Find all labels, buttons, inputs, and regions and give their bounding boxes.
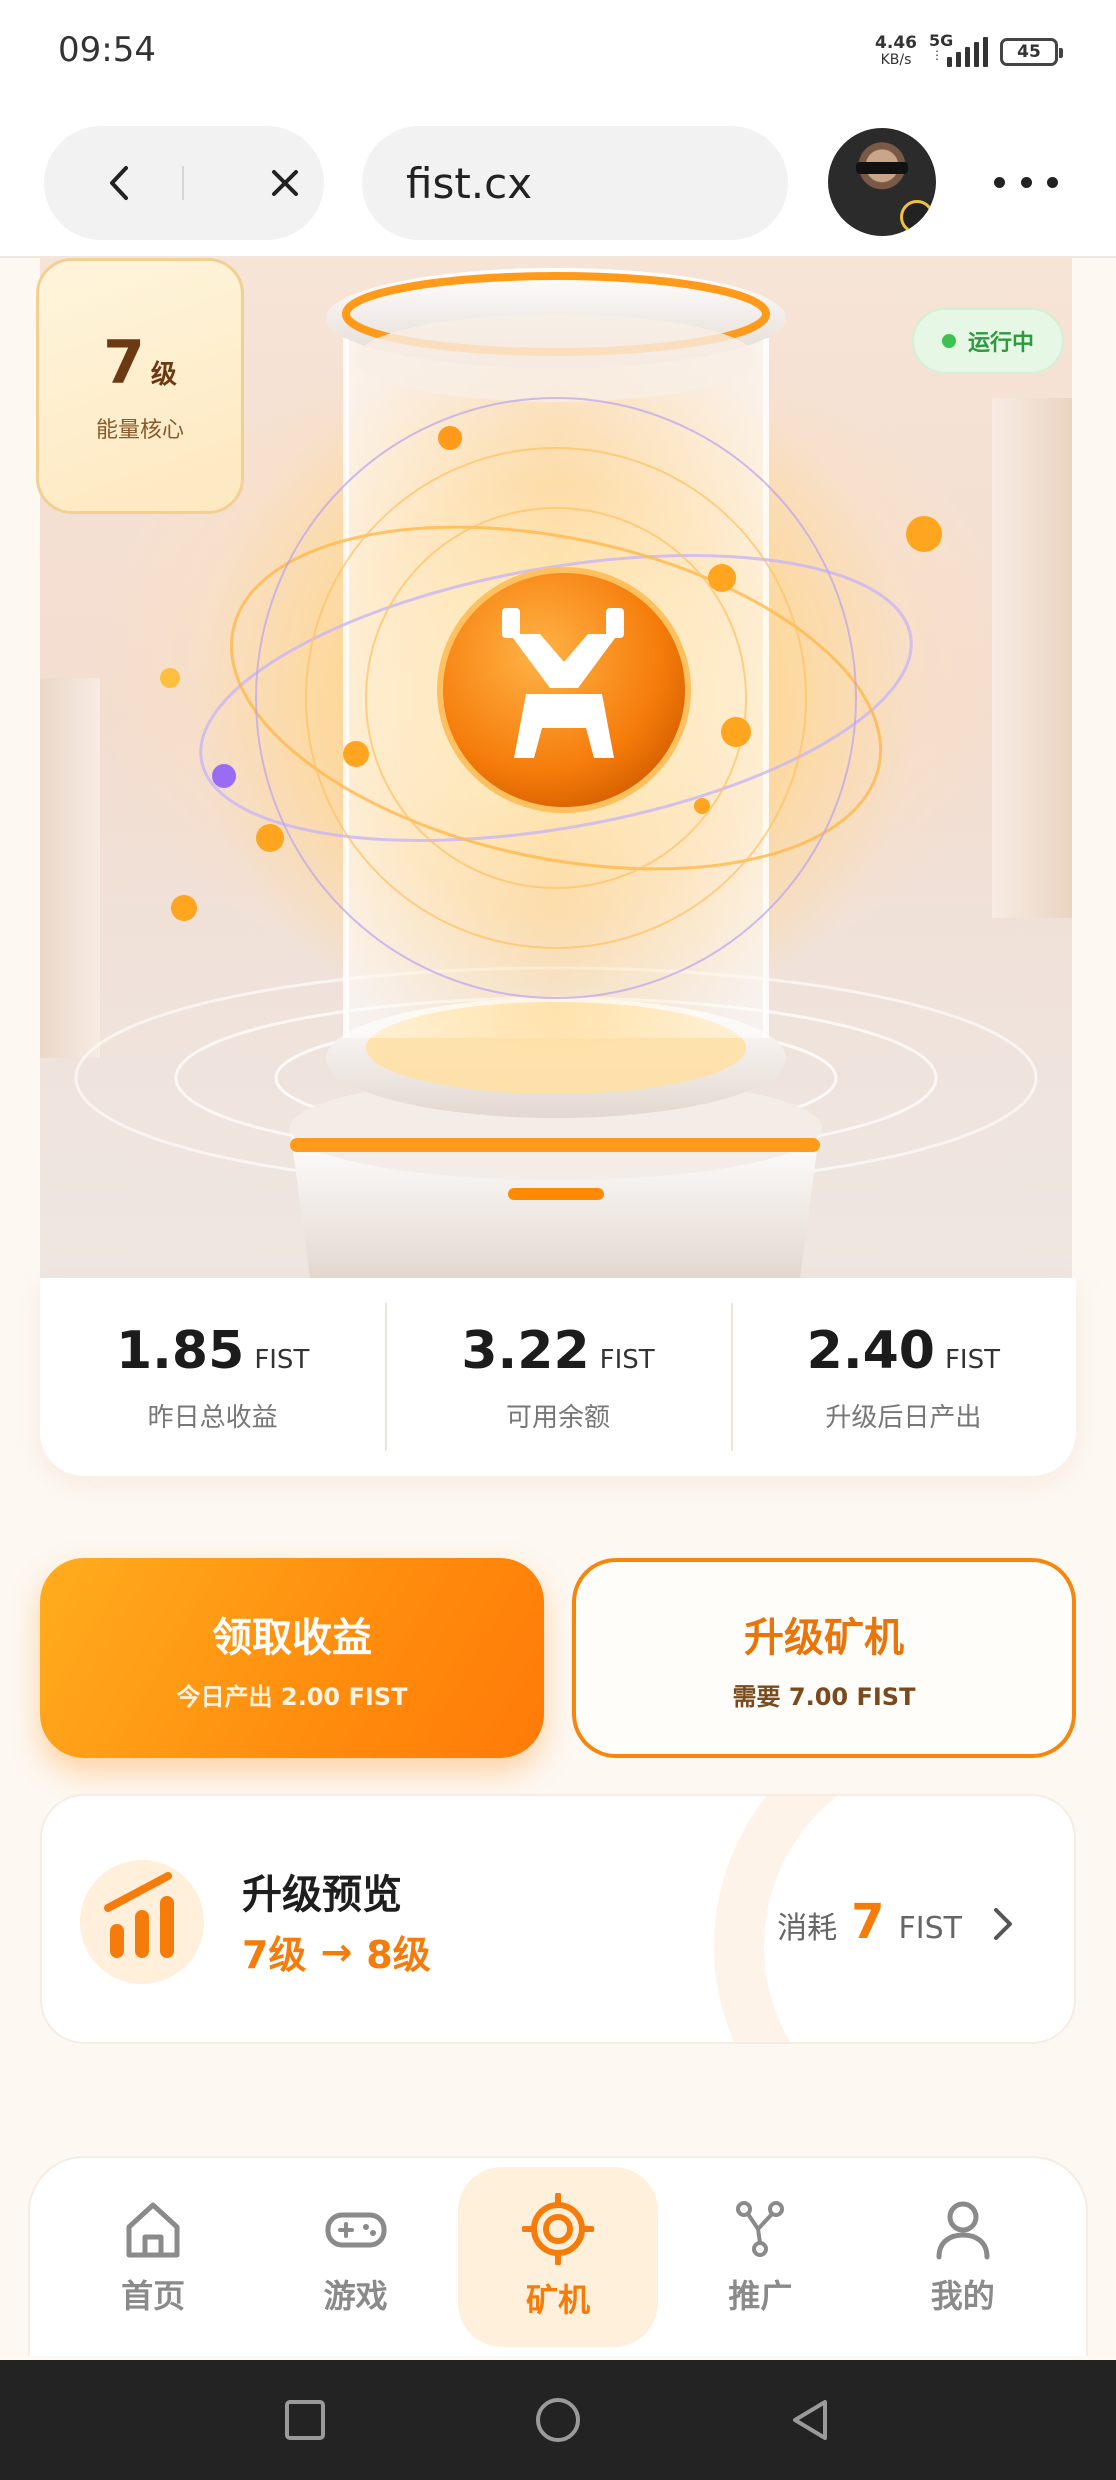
to-level: 8级 xyxy=(366,1933,431,1977)
status-dot-icon xyxy=(941,334,956,348)
home-circle-icon[interactable] xyxy=(534,2396,582,2444)
upgrade-miner-button[interactable]: 升级矿机 需要 7.00 FIST xyxy=(572,1558,1076,1758)
nav-label: 游戏 xyxy=(323,2277,388,2315)
more-icon[interactable] xyxy=(994,164,1058,200)
claim-subtitle: 今日产出 2.00 FIST xyxy=(176,1682,408,1711)
level-caption: 能量核心 xyxy=(95,418,184,443)
stat-upgraded-output: 2.40 FIST 升级后日产出 xyxy=(730,1303,1076,1451)
bottom-nav: 首页 游戏 矿机 推广 我的 xyxy=(28,2156,1088,2356)
stat-label: 可用余额 xyxy=(505,1402,610,1433)
stat-balance: 3.22 FIST 可用余额 xyxy=(385,1303,730,1451)
running-status-badge: 运行中 xyxy=(912,308,1064,374)
from-level: 7级 xyxy=(242,1933,307,1977)
divider xyxy=(182,166,184,200)
stat-value: 3.22 xyxy=(461,1320,590,1381)
stat-value: 1.85 xyxy=(116,1320,245,1381)
net-speed: 4.46 KB/s xyxy=(875,35,917,69)
bar-chart-icon xyxy=(104,1872,174,1958)
cost-currency: FIST xyxy=(898,1911,962,1946)
upgrade-preview-card[interactable]: 升级预览 7级 → 8级 消耗 7 FIST xyxy=(40,1794,1076,2044)
nav-item-promote[interactable]: 推广 xyxy=(660,2167,860,2347)
level-unit: 级 xyxy=(150,360,177,390)
nav-item-home[interactable]: 首页 xyxy=(53,2167,253,2347)
nav-item-profile[interactable]: 我的 xyxy=(863,2167,1063,2347)
cost-value: 7 xyxy=(851,1894,885,1950)
nav-label: 我的 xyxy=(930,2277,995,2315)
claim-earnings-button[interactable]: 领取收益 今日产出 2.00 FIST xyxy=(40,1558,544,1758)
level-display: 7 级 xyxy=(103,328,177,398)
battery-level: 45 xyxy=(1017,42,1041,62)
stat-currency: FIST xyxy=(599,1344,655,1375)
net-speed-unit: KB/s xyxy=(880,52,912,68)
browser-toolbar: fist.cx xyxy=(0,100,1116,258)
nav-label: 首页 xyxy=(121,2277,186,2315)
claim-title: 领取收益 xyxy=(212,1614,372,1661)
status-time: 09:54 xyxy=(58,30,156,70)
nav-label: 矿机 xyxy=(525,2281,590,2319)
battery-icon: 45 xyxy=(1000,38,1063,66)
nav-item-games[interactable]: 游戏 xyxy=(256,2167,456,2347)
stat-label: 昨日总收益 xyxy=(147,1402,278,1433)
system-nav-bar xyxy=(0,2360,1116,2480)
status-bar: 09:54 4.46 KB/s 5G ⋮ 45 xyxy=(0,0,1116,100)
upgrade-subtitle: 需要 7.00 FIST xyxy=(732,1682,916,1711)
target-icon xyxy=(521,2193,594,2265)
share-nodes-icon xyxy=(736,2201,785,2257)
stat-label: 升级后日产出 xyxy=(825,1402,982,1433)
upgrade-cost: 消耗 7 FIST xyxy=(777,1894,962,1950)
stat-value: 2.40 xyxy=(806,1320,935,1381)
earnings-stats: 1.85 FIST 昨日总收益 3.22 FIST 可用余额 2.40 FIST… xyxy=(40,1278,1076,1476)
arrow-icon: → xyxy=(320,1929,353,1974)
avatar-badge-icon xyxy=(900,200,934,234)
level-card: 7 级 能量核心 xyxy=(36,258,244,514)
home-icon xyxy=(126,2202,180,2258)
stat-yesterday: 1.85 FIST 昨日总收益 xyxy=(40,1303,385,1451)
upgrade-chart-icon-wrap xyxy=(80,1860,204,1984)
status-icons: 4.46 KB/s 5G ⋮ 45 xyxy=(875,30,1063,74)
net-speed-value: 4.46 xyxy=(875,33,917,53)
gamepad-icon xyxy=(325,2212,387,2248)
url-bar[interactable]: fist.cx xyxy=(362,126,788,240)
data-arrows-icon: ⋮ xyxy=(931,48,943,62)
signal-icon: 5G ⋮ xyxy=(929,31,988,67)
preview-title: 升级预览 xyxy=(242,1872,402,1918)
recents-icon[interactable] xyxy=(283,2398,327,2442)
back-icon[interactable] xyxy=(94,156,148,210)
cost-label: 消耗 xyxy=(777,1911,838,1946)
nav-pill xyxy=(44,126,324,240)
close-icon[interactable] xyxy=(260,158,310,208)
stat-currency: FIST xyxy=(944,1344,1000,1375)
user-icon xyxy=(936,2201,990,2260)
level-transition: 7级 → 8级 xyxy=(242,1924,431,1979)
level-number: 7 xyxy=(103,328,145,398)
chevron-right-icon xyxy=(994,1908,1012,1940)
upgrade-title: 升级矿机 xyxy=(744,1614,904,1661)
avatar-glasses xyxy=(856,162,908,174)
stat-currency: FIST xyxy=(254,1344,310,1375)
url-text: fist.cx xyxy=(406,158,533,208)
status-text: 运行中 xyxy=(967,331,1034,356)
back-triangle-icon[interactable] xyxy=(789,2398,833,2442)
nav-label: 推广 xyxy=(728,2277,793,2315)
avatar[interactable] xyxy=(828,128,936,236)
nav-item-miner[interactable]: 矿机 xyxy=(457,2167,658,2347)
